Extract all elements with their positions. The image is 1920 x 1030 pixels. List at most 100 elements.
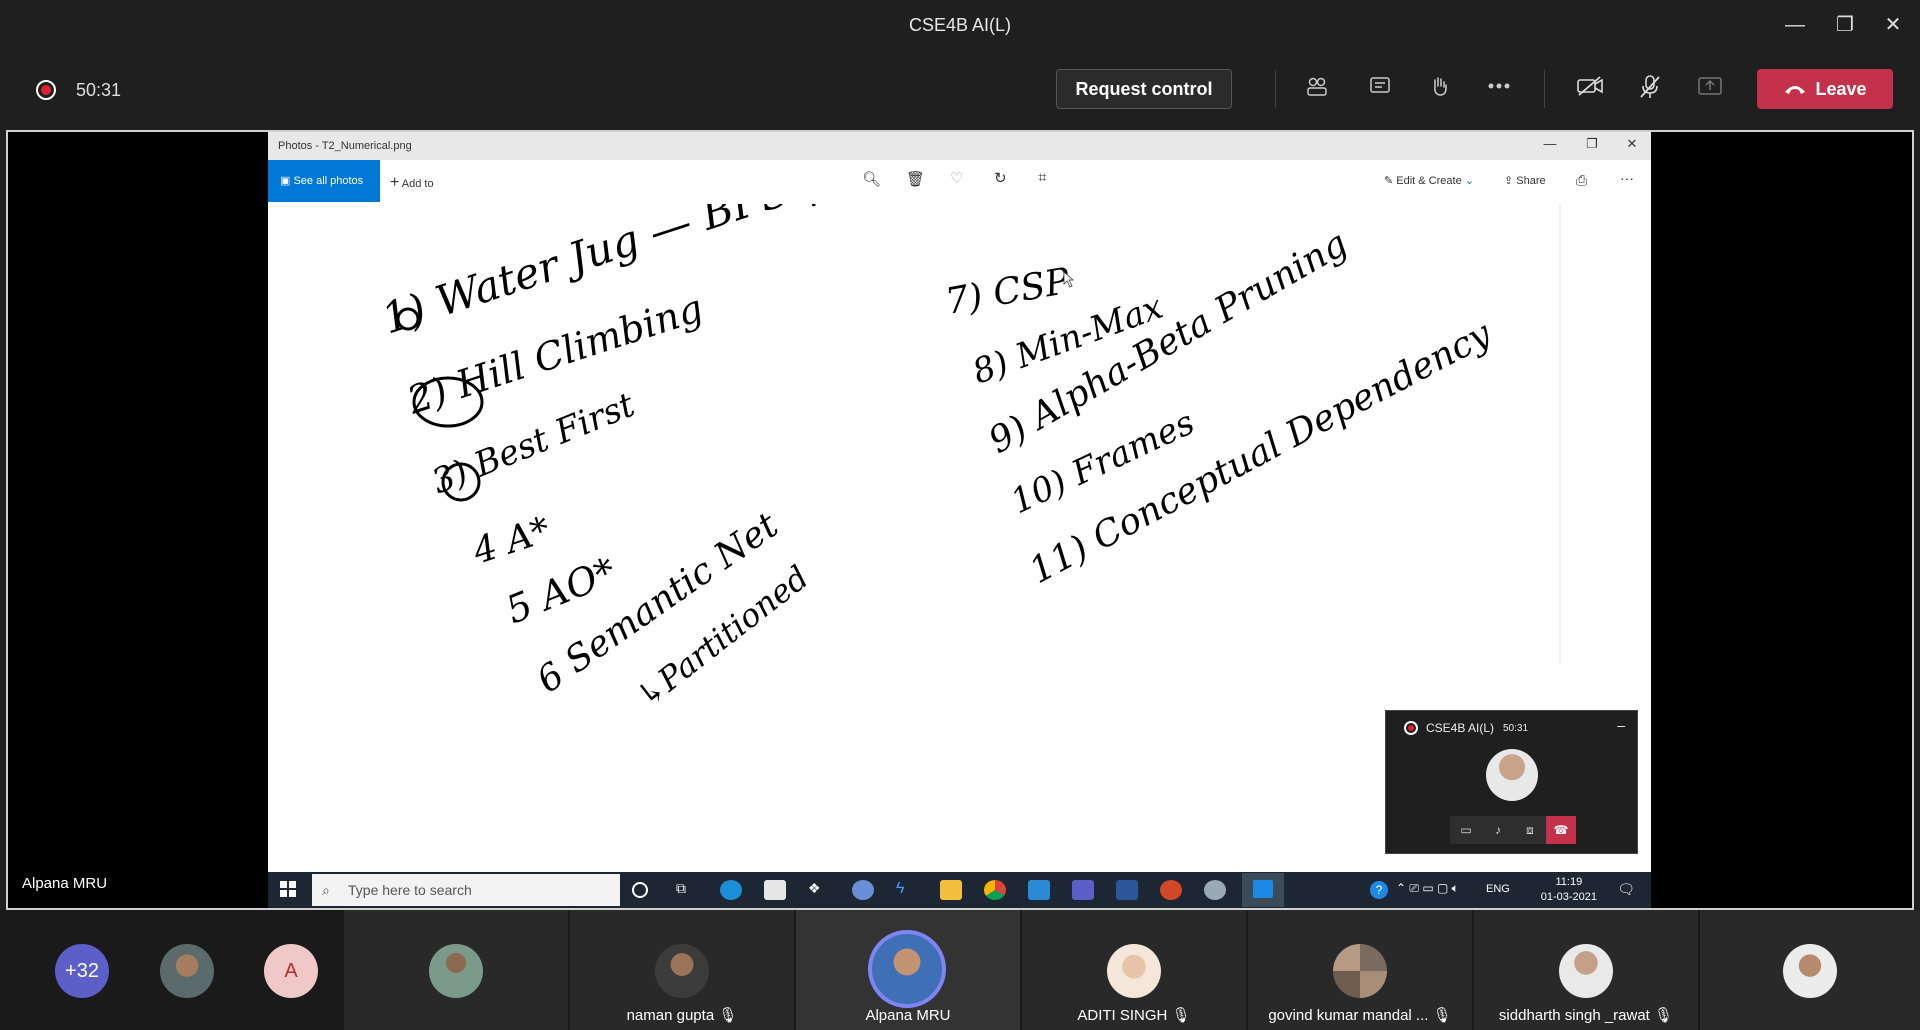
file-explorer-icon[interactable] [940,880,962,900]
mini-mic-icon[interactable]: ♪ [1482,816,1514,844]
plus-icon: + [390,174,400,191]
avatar [1559,944,1613,998]
store-icon[interactable] [764,880,786,900]
raise-hand-icon[interactable] [1423,74,1457,104]
windows-start-icon[interactable] [280,881,296,900]
window-title: CSE4B AI(L) [908,15,1012,35]
mic-muted-icon: 🎙︎ [718,1007,738,1024]
more-icon[interactable]: ··· [1620,170,1634,186]
chat-icon[interactable] [1363,74,1397,104]
share-icon: ⇪ [1504,175,1517,187]
phone-hangup-icon [1783,70,1807,110]
participant-strip: +32 A naman gupta 🎙︎ Alpana MRU ADITI SI… [0,910,1920,1030]
minimize-button[interactable]: — [1772,10,1818,40]
see-all-photos-button[interactable]: ▣ See all photos [268,160,380,202]
help-icon[interactable]: ? [1370,881,1388,899]
taskbar-search-input[interactable]: ⌕ Type here to search [312,874,620,906]
mic-muted-icon: 🎙︎ [1654,1007,1674,1024]
avatar [1783,944,1837,998]
chevron-down-icon: ⌄ [1464,175,1474,187]
zoom-icon[interactable]: 🔍︎ [862,170,881,188]
presenter-name: Alpana MRU [22,875,108,892]
avatar [429,944,483,998]
mini-hangup-icon[interactable]: ☎ [1546,816,1576,844]
notifications-icon[interactable]: 🗨︎ [1617,881,1635,898]
title-bar: CSE4B AI(L) — ❐ ✕ [0,0,1920,50]
avatar [1486,749,1538,801]
request-control-button[interactable]: Request control [1056,69,1232,109]
avatar [868,930,946,1008]
toolbar-divider [1275,70,1276,108]
recording-icon [1404,721,1418,735]
mini-share-icon[interactable]: ⧈ [1514,816,1546,844]
participant-name: Alpana MRU [865,1007,951,1024]
mic-muted-icon: 🎙︎ [1432,1007,1452,1024]
task-view-icon[interactable]: ⧉ [676,880,698,900]
delete-icon[interactable]: 🗑︎ [906,170,925,188]
leave-label: Leave [1815,79,1867,99]
dropbox-icon[interactable]: ❖ [808,880,830,900]
recording-icon [36,80,56,100]
participant-tile[interactable] [344,910,568,1030]
participant-name: siddharth singh _rawat 🎙︎ [1498,1007,1674,1024]
photos-task-icon[interactable] [1242,873,1284,907]
crop-icon[interactable]: ⌗ [1038,169,1046,186]
mail-icon[interactable] [1028,880,1050,900]
edit-create-button[interactable]: ✎ Edit & Create ⌄ [1384,174,1474,187]
avatar [655,944,709,998]
mic-off-icon[interactable] [1633,74,1667,104]
word-icon[interactable] [1116,880,1138,900]
toolbar-divider [1544,70,1545,108]
powerpoint-icon[interactable] [1160,880,1182,900]
mini-window-title: CSE4B AI(L) [1426,721,1495,735]
mic-muted-icon: 🎙︎ [1171,1007,1191,1024]
avatar [1333,944,1387,998]
vscode-icon[interactable]: ϟ [896,880,918,900]
favorite-icon[interactable]: ♡ [950,169,963,187]
photos-restore-button[interactable]: ❐ [1575,136,1609,156]
taskbar-clock[interactable]: 11:19 01-03-2021 [1541,875,1597,905]
photos-titlebar: Photos - T2_Numerical.png — ❐ ✕ [268,132,1651,160]
photos-close-button[interactable]: ✕ [1615,136,1649,156]
cortana-icon[interactable] [632,882,648,898]
mini-window-timer: 50:31 [1503,723,1529,734]
close-button[interactable]: ✕ [1870,10,1916,40]
edit-icon: ✎ [1384,175,1397,187]
photos-minimize-button[interactable]: — [1533,136,1567,156]
participant-tile[interactable]: Alpana MRU [796,910,1020,1030]
teams-icon[interactable] [1072,880,1094,900]
more-participants-badge[interactable]: +32 [55,944,109,998]
participant-tile[interactable]: siddharth singh _rawat 🎙︎ [1474,910,1698,1030]
restore-button[interactable]: ❐ [1822,10,1868,40]
search-icon: ⌕ [322,882,330,898]
share-button[interactable]: ⇪ Share [1504,174,1546,187]
mini-controls: ▭ ♪ ⧈ ☎ [1450,816,1576,844]
photos-window-title: Photos - T2_Numerical.png [278,140,412,152]
tray-icons[interactable]: ⌃ ⎚ ▭ ▢ 🔈︎ [1396,881,1459,896]
print-icon[interactable]: ⎙ [1576,172,1587,189]
participant-tile[interactable]: naman gupta 🎙︎ [570,910,794,1030]
snipping-icon[interactable] [1204,880,1226,900]
participant-tile[interactable]: govind kumar mandal ... 🎙︎ [1248,910,1472,1030]
leave-button[interactable]: Leave [1757,69,1893,109]
profile-icon[interactable] [852,880,874,900]
participant-tile[interactable] [1700,910,1920,1030]
photos-icon: ▣ [280,175,294,187]
participant-tile[interactable]: ADITI SINGH 🎙︎ [1022,910,1246,1030]
avatar[interactable]: A [264,944,318,998]
language-indicator[interactable]: ENG [1486,883,1510,895]
photos-command-bar: ▣ See all photos + Add to 🔍︎ 🗑︎ ♡ ↻ ⌗ ✎ … [268,160,1651,204]
edge-icon[interactable] [720,880,742,900]
mini-camera-icon[interactable]: ▭ [1450,816,1482,844]
share-tray-icon[interactable] [1693,74,1727,104]
mini-meeting-window[interactable]: CSE4B AI(L) 50:31 – ▭ ♪ ⧈ ☎ [1385,710,1638,854]
mini-minimize-icon[interactable]: – [1617,717,1625,733]
chrome-icon[interactable] [984,880,1006,900]
add-to-button[interactable]: + Add to [390,174,434,192]
participants-icon[interactable] [1300,74,1334,104]
rotate-icon[interactable]: ↻ [994,169,1007,187]
camera-off-icon[interactable] [1573,74,1607,104]
more-options-icon[interactable] [1482,74,1516,104]
meeting-timer: 50:31 [76,80,122,100]
avatar[interactable] [160,944,214,998]
